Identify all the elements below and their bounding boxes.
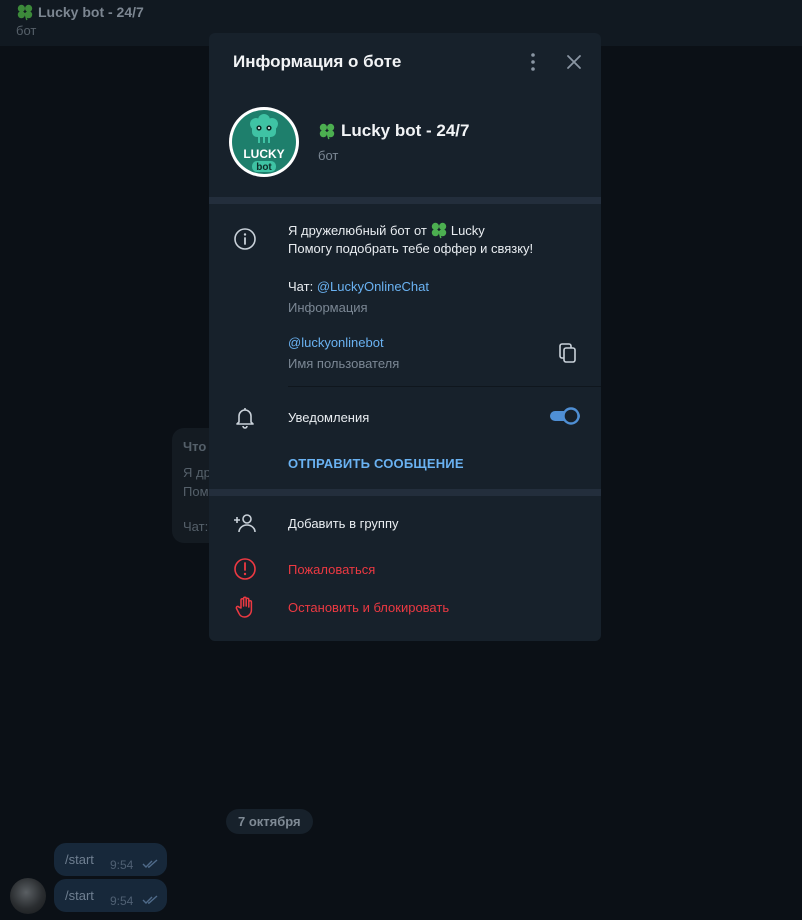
send-message-button[interactable]: ОТПРАВИТЬ СООБЩЕНИЕ	[288, 456, 464, 471]
about-line-1: Я дружелюбный бот от Lucky	[288, 221, 485, 239]
stop-hand-icon	[235, 596, 253, 618]
notifications-label: Уведомления	[288, 410, 370, 425]
about-line-2: Помогу подобрать тебе оффер и связку!	[288, 241, 534, 256]
info-icon	[234, 228, 256, 250]
about-text: Я дружелюбный бот от	[288, 222, 427, 238]
clover-icon	[431, 222, 447, 239]
avatar-text-bottom: bot	[256, 162, 272, 173]
avatar-text-top: LUCKY	[243, 147, 284, 161]
username-caption: Имя пользователя	[288, 356, 400, 371]
about-brand: Lucky	[450, 222, 485, 238]
chat-title-row: Lucky bot - 24/7	[16, 3, 144, 21]
bubble-line: Чат:	[183, 519, 209, 534]
chat-link[interactable]: @LuckyOnlineChat	[317, 279, 429, 294]
add-to-group-button[interactable]: Добавить в группу	[288, 516, 399, 531]
double-check-icon	[142, 895, 158, 904]
chat-title: Lucky bot - 24/7	[38, 4, 144, 20]
close-icon[interactable]	[563, 51, 585, 73]
bot-name: Lucky bot - 24/7	[341, 121, 470, 140]
add-user-icon	[234, 514, 256, 533]
double-check-icon	[142, 859, 158, 868]
block-button[interactable]: Остановить и блокировать	[288, 600, 449, 615]
section-divider	[209, 197, 601, 204]
username-link[interactable]: @luckyonlinebot	[288, 335, 384, 350]
outgoing-message[interactable]: /start 9:54	[54, 879, 167, 912]
copy-icon[interactable]	[558, 342, 578, 364]
info-caption: Информация	[288, 300, 368, 315]
report-button[interactable]: Пожаловаться	[288, 562, 375, 577]
message-time: 9:54	[110, 858, 134, 872]
user-avatar[interactable]	[10, 878, 46, 914]
date-pill: 7 октября	[226, 809, 313, 834]
chat-link-row: Чат: @LuckyOnlineChat	[288, 279, 429, 294]
bot-name-row: Lucky bot - 24/7	[318, 121, 469, 141]
bot-subtitle: бот	[318, 148, 339, 163]
bubble-line: Что	[183, 439, 207, 454]
outgoing-message[interactable]: /start 9:54	[54, 843, 167, 876]
section-divider	[209, 489, 601, 496]
clover-icon	[319, 123, 335, 140]
kebab-menu-icon[interactable]	[525, 51, 541, 73]
bot-info-modal: Информация о боте LUCKY bot Lucky bot - …	[209, 33, 601, 641]
message-text: /start	[65, 888, 94, 903]
bell-icon	[236, 408, 254, 429]
bot-avatar[interactable]: LUCKY bot	[228, 106, 300, 178]
bubble-line: Пом	[183, 484, 209, 499]
modal-title: Информация о боте	[233, 52, 402, 71]
clover-icon	[17, 4, 33, 21]
row-separator	[288, 386, 601, 387]
report-icon	[234, 558, 256, 580]
message-time: 9:54	[110, 894, 134, 908]
notifications-toggle[interactable]	[550, 407, 580, 425]
chat-status: бот	[16, 23, 37, 38]
chat-prefix: Чат:	[288, 279, 314, 294]
message-text: /start	[65, 852, 94, 867]
